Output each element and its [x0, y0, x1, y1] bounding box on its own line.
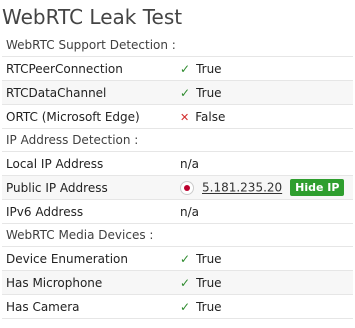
- hide-ip-button[interactable]: Hide IP: [290, 179, 345, 196]
- row-label: RTCDataChannel: [2, 80, 176, 105]
- webrtc-leak-test-panel: WebRTC Leak Test WebRTC Support Detectio…: [0, 0, 355, 328]
- row-label: Device Enumeration: [2, 246, 176, 271]
- status-text: True: [196, 85, 222, 100]
- row-label: Public IP Address: [2, 175, 176, 200]
- status-text: True: [196, 299, 222, 314]
- table-row-rtcpeerconnection: RTCPeerConnection ✓ True: [2, 56, 353, 81]
- status-text: True: [196, 251, 222, 266]
- section-heading: IP Address Detection :: [2, 128, 353, 152]
- table-row-public-ip: Public IP Address 5.181.235.20 Hide IP: [2, 175, 353, 200]
- table-row-local-ip: Local IP Address n/a: [2, 151, 353, 176]
- row-label: IPv6 Address: [2, 199, 176, 224]
- check-icon: ✓: [180, 61, 191, 76]
- status-text: True: [196, 61, 222, 76]
- row-value: ✓ True: [176, 270, 353, 295]
- japan-flag-icon: [180, 180, 194, 195]
- section-heading: WebRTC Support Detection :: [2, 34, 353, 57]
- row-label: Has Camera: [2, 294, 176, 319]
- row-value: ✓ True: [176, 56, 353, 81]
- row-value: ✓ True: [176, 80, 353, 105]
- section-header-media: WebRTC Media Devices :: [2, 223, 353, 247]
- section-header-support: WebRTC Support Detection :: [2, 34, 353, 57]
- table-row-device-enumeration: Device Enumeration ✓ True: [2, 246, 353, 271]
- table-row-rtcdatachannel: RTCDataChannel ✓ True: [2, 80, 353, 105]
- cross-icon: ✕: [180, 110, 190, 124]
- row-value: ✓ True: [176, 294, 353, 319]
- table-row-has-camera: Has Camera ✓ True: [2, 294, 353, 319]
- page-title: WebRTC Leak Test: [2, 5, 183, 29]
- status-text: True: [196, 275, 222, 290]
- row-value: 5.181.235.20 Hide IP: [176, 175, 353, 200]
- section-header-ip: IP Address Detection :: [2, 128, 353, 152]
- check-icon: ✓: [180, 275, 191, 290]
- row-label: Has Microphone: [2, 270, 176, 295]
- section-heading: WebRTC Media Devices :: [2, 223, 353, 247]
- check-icon: ✓: [180, 299, 191, 314]
- row-label: RTCPeerConnection: [2, 56, 176, 81]
- row-value: ✓ True: [176, 246, 353, 271]
- row-label: ORTC (Microsoft Edge): [2, 104, 176, 129]
- row-value: n/a: [176, 151, 353, 176]
- table-row-ortc: ORTC (Microsoft Edge) ✕ False: [2, 104, 353, 129]
- row-value: n/a: [176, 199, 353, 224]
- public-ip-link[interactable]: 5.181.235.20: [202, 181, 282, 195]
- row-label: Local IP Address: [2, 151, 176, 176]
- check-icon: ✓: [180, 251, 191, 266]
- status-text: False: [195, 109, 226, 124]
- check-icon: ✓: [180, 85, 191, 100]
- row-value: ✕ False: [176, 104, 353, 129]
- table-row-ipv6: IPv6 Address n/a: [2, 199, 353, 224]
- results-table: WebRTC Support Detection : RTCPeerConnec…: [2, 34, 353, 319]
- table-row-has-microphone: Has Microphone ✓ True: [2, 270, 353, 295]
